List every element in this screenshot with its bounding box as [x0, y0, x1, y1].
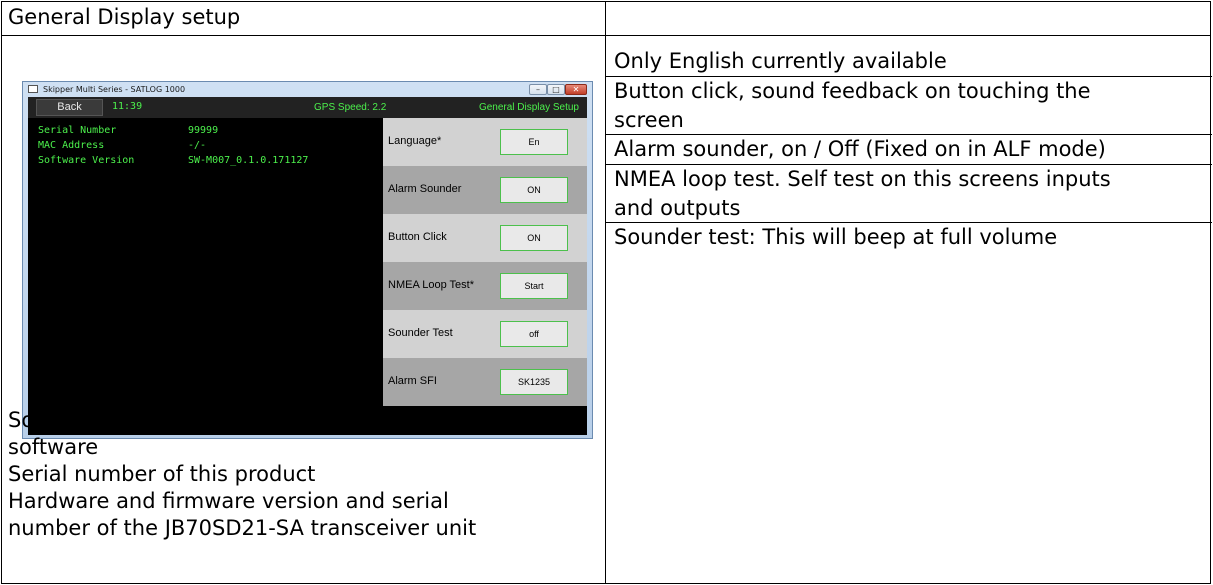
- close-button[interactable]: ✕: [565, 84, 587, 95]
- setting-label: Alarm SFI: [388, 375, 437, 387]
- settings-panel: Language* En Alarm Sounder ON Button Cli…: [383, 118, 587, 406]
- left-note-line: Software version can be updated via Serv…: [8, 408, 478, 432]
- setting-row-language: Language* En: [383, 118, 587, 166]
- back-button[interactable]: Back: [36, 99, 103, 116]
- minimize-button[interactable]: –: [529, 84, 547, 95]
- note-text: and outputs: [614, 196, 741, 220]
- table-header-empty-cell: [605, 1, 1211, 36]
- note-nmea-loop-test: NMEA loop test. Self test on this screen…: [606, 165, 1212, 223]
- setting-label: Button Click: [388, 231, 447, 243]
- window-titlebar: Skipper Multi Series - SATLOG 1000 – □ ✕: [23, 82, 592, 97]
- app-icon: [28, 85, 38, 93]
- screen-title: General Display Setup: [478, 102, 579, 113]
- maximize-button[interactable]: □: [547, 84, 565, 95]
- serial-number-label: Serial Number: [38, 125, 117, 136]
- note-alarm-sounder: Alarm sounder, on / Off (Fixed on in ALF…: [606, 135, 1212, 165]
- clock: 11:39: [112, 101, 143, 112]
- note-text: Only English currently available: [614, 49, 947, 73]
- software-version-value: SW-M007_0.1.0.171127: [188, 155, 309, 166]
- left-note-line: Hardware and firmware version and serial: [8, 489, 449, 513]
- language-button[interactable]: En: [500, 129, 568, 155]
- note-text: Alarm sounder, on / Off (Fixed on in ALF…: [614, 137, 1106, 161]
- setting-label: NMEA Loop Test*: [388, 279, 475, 291]
- note-text: Sounder test: This will beep at full vol…: [614, 225, 1058, 249]
- button-click-button[interactable]: ON: [500, 225, 568, 251]
- note-language: Only English currently available: [606, 46, 1212, 77]
- app-window: Skipper Multi Series - SATLOG 1000 – □ ✕…: [22, 81, 593, 439]
- setting-row-nmea-loop-test: NMEA Loop Test* Start: [383, 262, 587, 310]
- software-version-label: Software Version: [38, 155, 135, 166]
- alarm-sounder-button[interactable]: ON: [500, 177, 568, 203]
- setting-label: Alarm Sounder: [388, 183, 462, 195]
- app-screen: Back 11:39 GPS Speed: 2.2 General Displa…: [28, 97, 587, 435]
- left-note-line: Serial number of this product: [8, 462, 316, 486]
- table-header-title: General Display setup: [8, 5, 241, 29]
- note-text: NMEA loop test. Self test on this screen…: [614, 167, 1111, 191]
- mac-address-value: -/-: [188, 140, 207, 151]
- left-note-line: software: [8, 435, 99, 459]
- nmea-loop-test-button[interactable]: Start: [500, 273, 568, 299]
- mac-address-label: MAC Address: [38, 140, 105, 151]
- setting-label: Language*: [388, 135, 442, 147]
- sounder-test-button[interactable]: off: [500, 321, 568, 347]
- serial-number-value: 99999: [188, 125, 219, 136]
- setting-row-button-click: Button Click ON: [383, 214, 587, 262]
- description-cell: Only English currently available Button …: [605, 35, 1212, 584]
- status-bar: Back 11:39 GPS Speed: 2.2 General Displa…: [28, 97, 587, 118]
- left-note-line: number of the JB70SD21-SA transceiver un…: [8, 516, 477, 540]
- table-header-cell: General Display setup: [1, 1, 606, 36]
- note-text: Button click, sound feedback on touching…: [614, 79, 1091, 103]
- setting-row-alarm-sfi: Alarm SFI SK1235: [383, 358, 587, 406]
- setting-row-sounder-test: Sounder Test off: [383, 310, 587, 358]
- note-sounder-test: Sounder test: This will beep at full vol…: [606, 223, 1212, 253]
- setting-label: Sounder Test: [388, 327, 453, 339]
- gps-speed: GPS Speed: 2.2: [314, 102, 387, 113]
- setting-row-alarm-sounder: Alarm Sounder ON: [383, 166, 587, 214]
- screenshot-cell: Skipper Multi Series - SATLOG 1000 – □ ✕…: [1, 35, 606, 584]
- note-text: screen: [614, 108, 684, 132]
- alarm-sfi-button[interactable]: SK1235: [500, 369, 568, 395]
- note-button-click: Button click, sound feedback on touching…: [606, 77, 1212, 135]
- window-title: Skipper Multi Series - SATLOG 1000: [43, 85, 186, 94]
